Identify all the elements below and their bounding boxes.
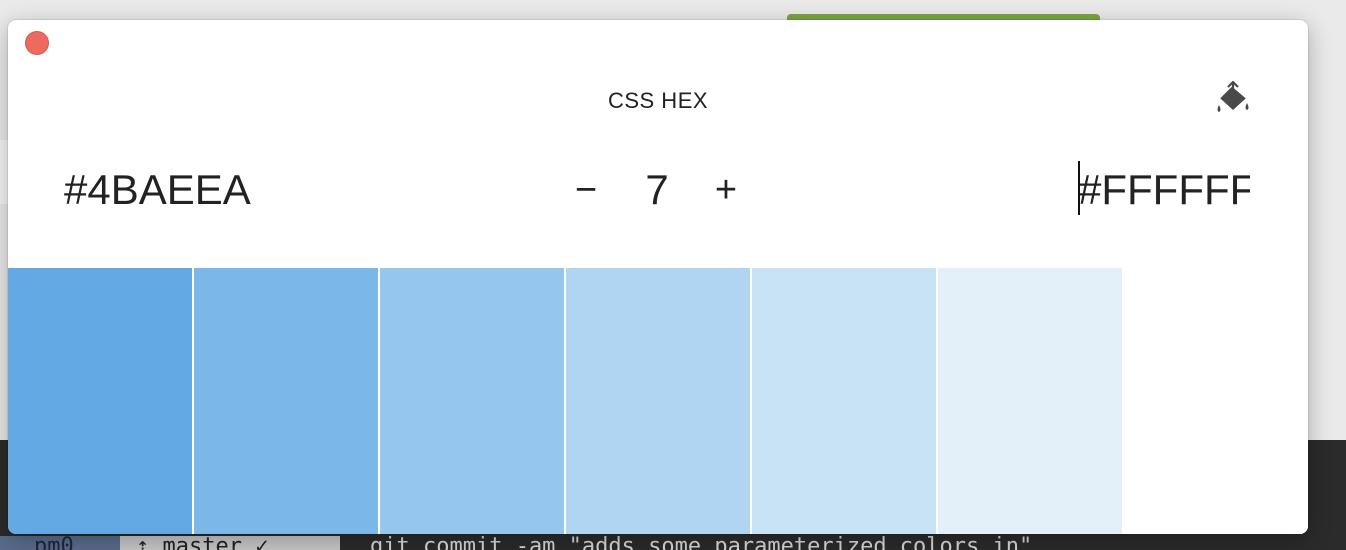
start-color-input[interactable]: [64, 160, 424, 220]
color-swatch[interactable]: [566, 268, 750, 534]
close-icon[interactable]: [25, 31, 49, 55]
color-scale-window: CSS HEX − 7 +: [8, 20, 1308, 534]
text-caret: [1078, 161, 1080, 215]
color-swatches: [8, 268, 1308, 534]
color-swatch[interactable]: [194, 268, 378, 534]
end-color-input[interactable]: [1078, 160, 1250, 220]
steps-count: 7: [645, 166, 669, 213]
color-swatch[interactable]: [380, 268, 564, 534]
terminal-host: pm0: [0, 536, 120, 550]
paint-bucket-icon[interactable]: [1211, 77, 1253, 119]
increase-steps-button[interactable]: +: [706, 162, 746, 218]
terminal-branch: ⇡ master ✓: [120, 536, 340, 550]
terminal-command: git commit -am "adds some parameterized …: [370, 536, 1033, 550]
color-swatch[interactable]: [8, 268, 192, 534]
color-format-label[interactable]: CSS HEX: [8, 88, 1308, 114]
color-swatch[interactable]: [752, 268, 936, 534]
color-swatch[interactable]: [1124, 268, 1308, 534]
color-swatch[interactable]: [938, 268, 1122, 534]
terminal-prompt-line: pm0 ⇡ master ✓ git commit -am "adds some…: [0, 536, 1346, 550]
decrease-steps-button[interactable]: −: [566, 162, 606, 218]
